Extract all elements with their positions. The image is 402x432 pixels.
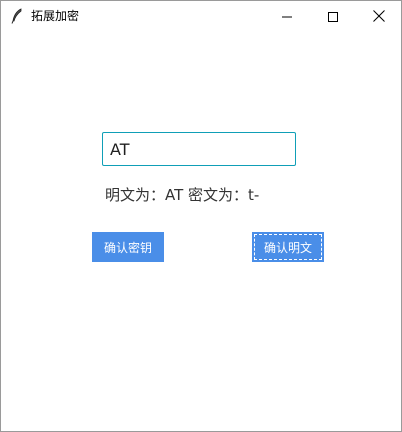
close-button[interactable] [356,1,402,32]
confirm-key-button[interactable]: 确认密钥 [92,232,164,262]
result-label: 明文为：AT 密文为：t- [105,186,260,204]
confirm-key-label: 确认密钥 [103,240,152,255]
confirm-plaintext-button[interactable]: 确认明文 [252,232,324,262]
maximize-button[interactable] [310,1,356,32]
title-bar: 拓展加密 [1,1,401,32]
app-window: 拓展加密 明文为：AT 密文为：t- 确认密钥 确认明文 [0,0,402,432]
confirm-plaintext-label: 确认明文 [263,240,312,255]
feather-icon [11,8,23,24]
maximize-icon [328,7,338,26]
window-title: 拓展加密 [31,9,80,23]
close-icon [373,7,385,26]
text-input[interactable] [102,132,296,166]
minimize-icon [282,7,292,26]
minimize-button[interactable] [264,1,310,32]
